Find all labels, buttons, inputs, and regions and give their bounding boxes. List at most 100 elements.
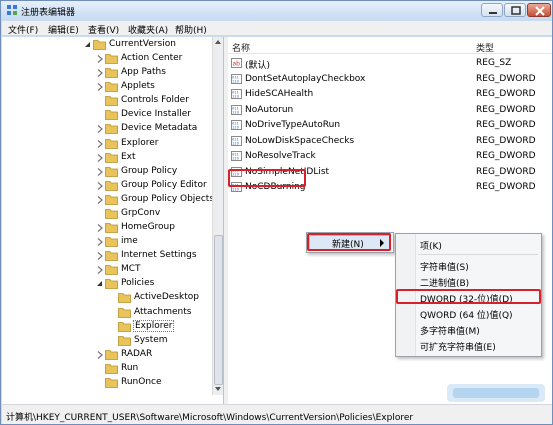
expand-arrow-icon[interactable] xyxy=(96,266,104,275)
folder-icon xyxy=(105,237,118,248)
value-name: NoResolveTrack xyxy=(245,151,316,161)
expand-arrow-icon[interactable] xyxy=(96,181,104,190)
collapse-arrow-icon[interactable] xyxy=(84,41,92,49)
value-type: REG_DWORD xyxy=(476,151,536,161)
minimize-button[interactable] xyxy=(481,3,503,17)
tree-item-label: HomeGroup xyxy=(121,222,175,233)
value-name: NoAutorun xyxy=(245,104,294,115)
submenu-item-binary[interactable]: 二进制值(B) xyxy=(420,276,469,289)
svg-text:110: 110 xyxy=(232,141,240,145)
expand-arrow-icon[interactable] xyxy=(96,153,104,162)
expand-arrow-icon[interactable] xyxy=(96,195,104,204)
value-row[interactable]: 011 110 NoResolveTrack REG_DWORD xyxy=(231,149,546,164)
submenu-item-string[interactable]: 字符串值(S) xyxy=(420,260,469,273)
binary-value-icon: 011110 xyxy=(231,73,242,84)
value-type: REG_DWORD xyxy=(476,89,536,99)
value-name: NoLowDiskSpaceChecks xyxy=(245,135,355,146)
close-button[interactable] xyxy=(527,3,551,17)
value-row[interactable]: 011 110 NoDriveTypeAutoRun REG_DWORD xyxy=(231,118,546,133)
menu-edit[interactable]: 编辑(E) xyxy=(48,23,79,36)
value-row[interactable]: 011 110 NoAutorun REG_DWORD xyxy=(231,103,546,118)
column-name-header[interactable]: 名称 xyxy=(232,41,250,54)
value-name: (默认) xyxy=(245,61,271,71)
folder-icon xyxy=(105,209,118,219)
folder-icon xyxy=(105,251,118,262)
no-children-spacer xyxy=(109,323,117,331)
binary-value-icon: 011110 xyxy=(231,120,242,130)
status-bar: 计算机\HKEY_CURRENT_USER\Software\Microsoft… xyxy=(2,404,552,424)
tree-item-label: Ext xyxy=(121,151,136,162)
expand-arrow-icon[interactable] xyxy=(96,55,104,64)
tree-item-label: Explorer xyxy=(121,137,159,148)
tree-item-label: Group Policy Objects xyxy=(121,193,215,204)
folder-icon xyxy=(105,279,118,290)
tree-item-label: ime xyxy=(121,236,138,247)
value-row[interactable]: ab (默认) REG_SZ xyxy=(231,56,546,71)
tree-item-label: RADAR xyxy=(121,348,153,359)
submenu-item-multistring[interactable]: 多字符串值(M) xyxy=(420,324,480,337)
no-children-spacer xyxy=(96,97,104,105)
folder-icon xyxy=(105,124,118,135)
menu-favorites[interactable]: 收藏夹(A) xyxy=(128,23,168,36)
tree-item-label: ActiveDesktop xyxy=(134,292,199,303)
menu-file[interactable]: 文件(F) xyxy=(8,23,38,36)
folder-icon xyxy=(105,68,118,79)
value-type: REG_DWORD xyxy=(476,104,536,115)
expand-arrow-icon[interactable] xyxy=(96,167,104,176)
submenu-item-key[interactable]: 项(K) xyxy=(420,239,442,252)
collapse-arrow-icon[interactable] xyxy=(96,280,104,288)
folder-icon xyxy=(105,152,118,163)
expand-arrow-icon[interactable] xyxy=(96,350,104,359)
list-header: 名称 类型 xyxy=(228,37,552,54)
title-bar[interactable]: 注册表编辑器 xyxy=(1,1,552,20)
column-type-header[interactable]: 类型 xyxy=(476,41,494,54)
svg-text:110: 110 xyxy=(232,188,240,192)
expand-arrow-icon[interactable] xyxy=(96,139,104,148)
expand-arrow-icon[interactable] xyxy=(96,125,104,134)
expand-arrow-icon[interactable] xyxy=(96,252,104,261)
menu-view[interactable]: 查看(V) xyxy=(88,23,119,36)
key-tree[interactable]: CurrentVersion Action Center App Paths Appl… xyxy=(2,37,224,404)
maximize-icon xyxy=(511,6,521,15)
registry-editor-window: 注册表编辑器 文件(F) 编辑(E) 查看(V) 收藏夹(A) 帮助(H) Cu… xyxy=(0,0,553,425)
tree-item-label: Group Policy Editor xyxy=(121,179,207,190)
close-icon xyxy=(535,6,545,16)
svg-text:110: 110 xyxy=(232,79,240,83)
binary-value-icon: 011110 xyxy=(231,151,242,161)
tree-scrollbar[interactable] xyxy=(212,37,223,395)
menu-bar: 文件(F) 编辑(E) 查看(V) 收藏夹(A) 帮助(H) xyxy=(2,21,552,36)
value-row[interactable]: 011 110 HideSCAHealth REG_DWORD xyxy=(231,87,546,102)
folder-icon xyxy=(105,194,118,205)
tree-item-label: Internet Settings xyxy=(121,250,197,261)
menu-help[interactable]: 帮助(H) xyxy=(175,23,207,36)
value-name: NoDriveTypeAutoRun xyxy=(245,120,341,130)
value-row[interactable]: 011 110 NoLowDiskSpaceChecks REG_DWORD xyxy=(231,134,546,149)
expand-arrow-icon[interactable] xyxy=(96,69,104,78)
no-children-spacer xyxy=(109,294,117,302)
tree-item-label: MCT xyxy=(121,264,141,275)
value-row[interactable]: 011 110 DontSetAutoplayCheckbox REG_DWORD xyxy=(231,72,546,87)
expand-arrow-icon[interactable] xyxy=(96,238,104,247)
submenu-item-qword[interactable]: QWORD (64 位)值(Q) xyxy=(420,308,513,321)
folder-icon xyxy=(105,180,118,191)
folder-icon xyxy=(118,307,131,318)
scroll-up-icon[interactable] xyxy=(215,40,221,44)
value-type: REG_DWORD xyxy=(476,135,536,146)
scroll-thumb[interactable] xyxy=(214,235,223,385)
tree-item-label: App Paths xyxy=(121,67,166,78)
highlight-box-dword xyxy=(396,289,541,304)
scroll-down-icon[interactable] xyxy=(215,387,221,391)
value-name: DontSetAutoplayCheckbox xyxy=(245,73,366,84)
folder-icon xyxy=(105,82,118,93)
folder-icon xyxy=(105,223,118,233)
expand-arrow-icon[interactable] xyxy=(96,83,104,92)
folder-icon xyxy=(105,110,118,121)
maximize-button[interactable] xyxy=(504,3,526,17)
expand-arrow-icon[interactable] xyxy=(96,224,104,232)
svg-text:110: 110 xyxy=(232,95,240,99)
binary-value-icon: 011110 xyxy=(231,89,242,99)
no-children-spacer xyxy=(96,210,104,218)
minimize-icon xyxy=(489,12,497,14)
highlight-box-new xyxy=(307,233,391,251)
submenu-item-expandable-string[interactable]: 可扩充字符串值(E) xyxy=(420,340,496,353)
